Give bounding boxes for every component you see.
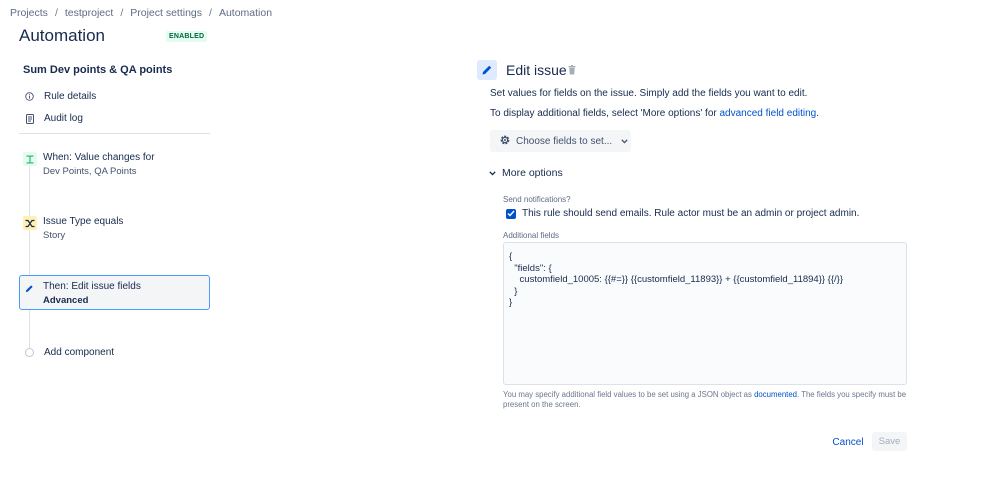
advanced-suffix: . xyxy=(816,108,820,119)
additional-fields-help: You may specify additional field values … xyxy=(503,390,909,410)
rule-details-link[interactable]: Rule details xyxy=(25,91,96,102)
step-action-selected[interactable]: Then: Edit issue fields Advanced xyxy=(19,275,210,310)
status-badge: ENABLED xyxy=(166,31,208,42)
timeline-line xyxy=(29,158,30,350)
step-condition-subtitle: Story xyxy=(43,230,66,241)
add-component-button[interactable]: Add component xyxy=(25,347,114,358)
send-notifications-label: Send notifications? xyxy=(503,195,571,204)
step-condition[interactable]: Issue Type equals Story xyxy=(19,216,210,246)
step-action-title: Then: Edit issue fields xyxy=(43,281,141,292)
step-action-subtitle: Advanced xyxy=(43,295,89,306)
breadcrumb-separator: / xyxy=(209,7,212,19)
choose-fields-label: Choose fields to set... xyxy=(516,135,613,147)
info-icon xyxy=(25,92,34,102)
panel-title: Edit issue xyxy=(506,62,567,78)
choose-fields-button[interactable]: Choose fields to set... xyxy=(490,130,631,152)
condition-icon xyxy=(23,216,37,230)
help-prefix: You may specify additional field values … xyxy=(503,390,755,399)
advanced-text: To display additional fields, select 'Mo… xyxy=(490,108,720,119)
trash-icon[interactable] xyxy=(568,65,576,78)
send-emails-label: This rule should send emails. Rule actor… xyxy=(522,208,860,219)
rule-name: Sum Dev points & QA points xyxy=(23,64,173,76)
breadcrumb-separator: / xyxy=(54,7,58,19)
chevron-down-icon xyxy=(621,136,628,147)
audit-log-label: Audit log xyxy=(44,113,83,124)
breadcrumb-testproject[interactable]: testproject xyxy=(65,7,113,19)
breadcrumb-project-settings[interactable]: Project settings xyxy=(130,7,202,19)
pencil-icon xyxy=(22,281,36,295)
gear-icon xyxy=(499,134,511,149)
trigger-icon xyxy=(23,152,37,166)
more-options-toggle[interactable]: More options xyxy=(489,167,563,179)
page-title: Automation xyxy=(19,26,105,45)
document-icon xyxy=(25,113,34,124)
add-component-circle-icon xyxy=(25,348,34,357)
panel-description-advanced: To display additional fields, select 'Mo… xyxy=(490,108,819,119)
more-options-label: More options xyxy=(502,167,563,179)
breadcrumb: Projects / testproject / Project setting… xyxy=(10,7,272,19)
send-emails-checkbox[interactable] xyxy=(506,208,516,219)
step-trigger[interactable]: When: Value changes for Dev Points, QA P… xyxy=(19,152,210,182)
chevron-down-icon xyxy=(489,167,496,179)
send-emails-checkbox-row: This rule should send emails. Rule actor… xyxy=(506,208,859,219)
breadcrumb-separator: / xyxy=(120,7,124,19)
rule-details-label: Rule details xyxy=(44,91,97,102)
step-trigger-subtitle: Dev Points, QA Points xyxy=(43,166,137,177)
breadcrumb-projects[interactable]: Projects xyxy=(10,7,48,19)
cancel-button[interactable]: Cancel xyxy=(829,434,867,451)
panel-description: Set values for fields on the issue. Simp… xyxy=(490,88,808,99)
audit-log-link[interactable]: Audit log xyxy=(25,113,83,124)
add-component-label: Add component xyxy=(44,347,115,358)
step-trigger-title: When: Value changes for xyxy=(43,152,155,163)
save-button[interactable]: Save xyxy=(872,432,907,451)
documented-link[interactable]: documented xyxy=(754,390,797,399)
advanced-field-editing-link[interactable]: advanced field editing xyxy=(720,108,817,119)
additional-fields-textarea[interactable]: { "fields": { customfield_10005: {{#=}} … xyxy=(503,242,907,385)
breadcrumb-automation[interactable]: Automation xyxy=(219,7,272,19)
additional-fields-label: Additional fields xyxy=(503,231,560,240)
edit-issue-pencil-icon xyxy=(477,60,497,80)
step-condition-title: Issue Type equals xyxy=(43,216,124,227)
sidebar-divider xyxy=(19,133,210,134)
